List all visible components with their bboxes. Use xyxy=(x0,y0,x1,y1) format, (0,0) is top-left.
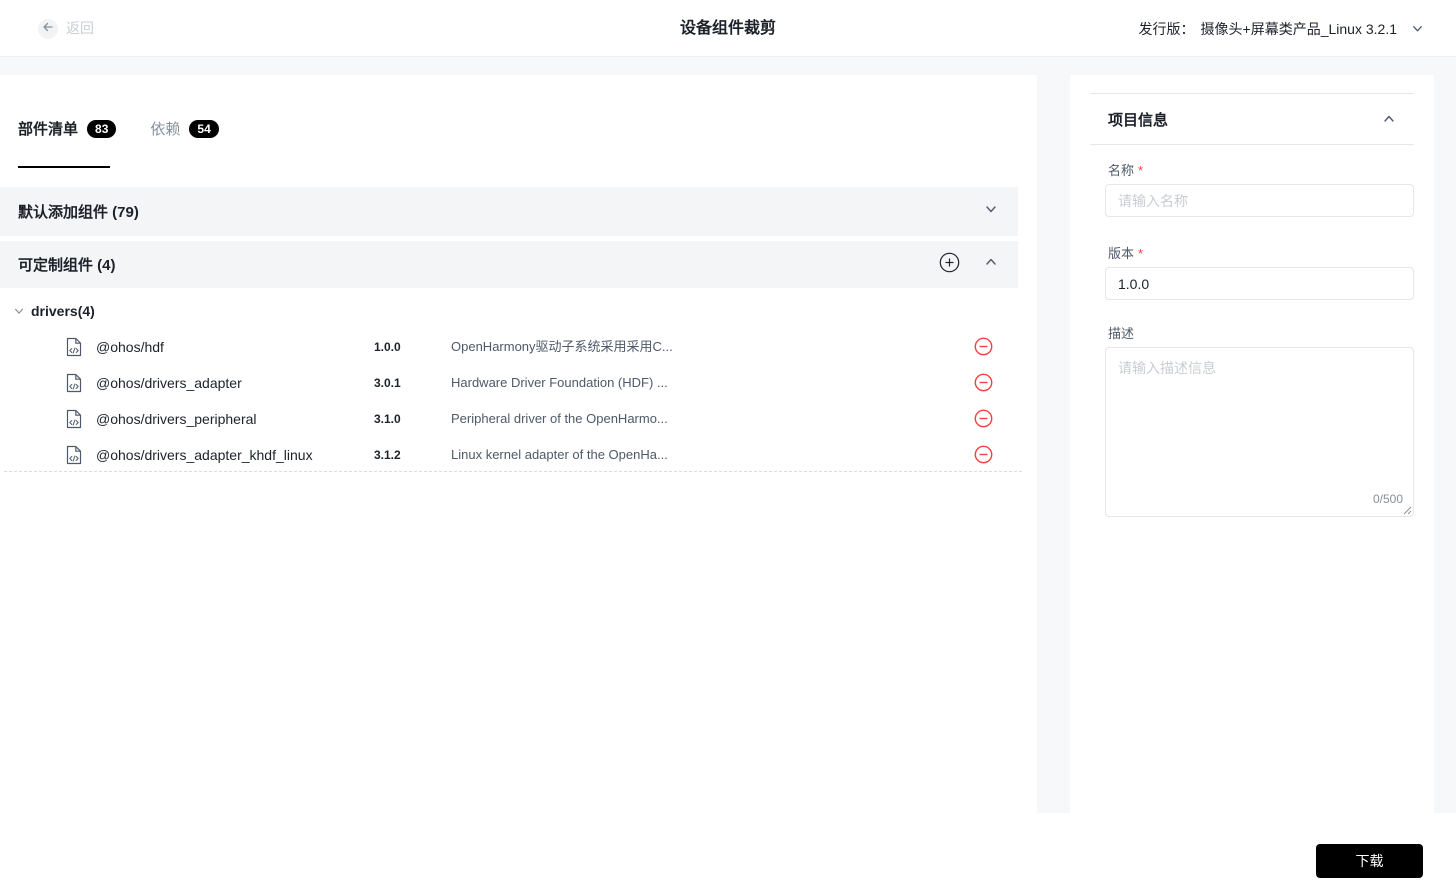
component-row: @ohos/drivers_adapter_khdf_linux 3.1.2 L… xyxy=(0,437,1037,473)
component-description: Linux kernel adapter of the OpenHa... xyxy=(451,437,668,473)
chevron-up-icon[interactable] xyxy=(1382,112,1396,126)
component-description: Hardware Driver Foundation (HDF) ... xyxy=(451,365,668,401)
code-file-icon xyxy=(66,373,82,398)
tab-component-list[interactable]: 部件清单 83 xyxy=(18,118,116,139)
component-description: Peripheral driver of the OpenHarmo... xyxy=(451,401,668,437)
minus-circle-icon[interactable] xyxy=(974,409,993,428)
version-input[interactable] xyxy=(1105,267,1414,300)
required-marker: * xyxy=(1138,163,1143,178)
release-label: 发行版： xyxy=(1139,19,1195,39)
chevron-down-icon xyxy=(1411,22,1424,35)
chevron-up-icon[interactable] xyxy=(984,255,998,274)
tab-label: 依赖 xyxy=(150,118,180,139)
component-list-panel: 部件清单 83 依赖 54 默认添加组件 (79) 可定制组件 (4) xyxy=(0,75,1037,813)
char-counter: 0/500 xyxy=(1373,492,1403,506)
minus-circle-icon[interactable] xyxy=(974,445,993,464)
tree-group-drivers[interactable]: drivers(4) xyxy=(0,297,95,325)
tab-bar: 部件清单 83 依赖 54 xyxy=(18,118,219,139)
project-info-panel: 项目信息 名称* 版本* 描述 0/500 xyxy=(1070,75,1434,813)
section-default-components[interactable]: 默认添加组件 (79) xyxy=(0,187,1018,236)
plus-circle-icon[interactable] xyxy=(939,252,960,278)
project-info-title: 项目信息 xyxy=(1108,109,1168,130)
active-tab-underline xyxy=(18,166,110,168)
code-file-icon xyxy=(66,409,82,434)
component-row: @ohos/drivers_peripheral 3.1.0 Periphera… xyxy=(0,401,1037,437)
project-info-header[interactable]: 项目信息 xyxy=(1090,93,1414,145)
code-file-icon xyxy=(66,445,82,470)
component-name: @ohos/drivers_adapter xyxy=(96,365,242,401)
required-marker: * xyxy=(1138,246,1143,261)
component-version: 1.0.0 xyxy=(374,329,401,365)
count-badge: 54 xyxy=(189,120,218,138)
name-input[interactable] xyxy=(1105,184,1414,217)
component-version: 3.1.0 xyxy=(374,401,401,437)
section-title: 默认添加组件 (79) xyxy=(18,201,139,222)
name-label: 名称* xyxy=(1108,160,1143,179)
chevron-down-icon[interactable] xyxy=(13,305,25,317)
tab-label: 部件清单 xyxy=(18,118,78,139)
tab-dependencies[interactable]: 依赖 54 xyxy=(150,118,218,139)
download-button[interactable]: 下载 xyxy=(1316,844,1423,878)
description-field: 0/500 xyxy=(1105,347,1414,517)
section-title: 可定制组件 (4) xyxy=(18,254,116,275)
footer-bar: 下载 xyxy=(0,813,1456,895)
device-component-trim-page: 返回 设备组件裁剪 发行版： 摄像头+屏幕类产品_Linux 3.2.1 部件清… xyxy=(0,0,1456,895)
dashed-divider xyxy=(4,471,1022,472)
chevron-down-icon[interactable] xyxy=(984,202,998,221)
component-row: @ohos/drivers_adapter 3.0.1 Hardware Dri… xyxy=(0,365,1037,401)
version-label: 版本* xyxy=(1108,243,1143,262)
minus-circle-icon[interactable] xyxy=(974,373,993,392)
description-label: 描述 xyxy=(1108,323,1134,342)
minus-circle-icon[interactable] xyxy=(974,337,993,356)
component-rows: @ohos/hdf 1.0.0 OpenHarmony驱动子系统采用采用C...… xyxy=(0,329,1037,473)
component-name: @ohos/drivers_peripheral xyxy=(96,401,257,437)
component-name: @ohos/drivers_adapter_khdf_linux xyxy=(96,437,313,473)
top-bar: 返回 设备组件裁剪 发行版： 摄像头+屏幕类产品_Linux 3.2.1 xyxy=(0,0,1456,57)
resize-grip-icon[interactable] xyxy=(1402,505,1412,515)
component-version: 3.1.2 xyxy=(374,437,401,473)
component-name: @ohos/hdf xyxy=(96,329,164,365)
code-file-icon xyxy=(66,337,82,362)
release-selector[interactable]: 发行版： 摄像头+屏幕类产品_Linux 3.2.1 xyxy=(1139,0,1424,57)
tree-group-label: drivers(4) xyxy=(31,303,95,319)
component-version: 3.0.1 xyxy=(374,365,401,401)
release-value: 摄像头+屏幕类产品_Linux 3.2.1 xyxy=(1201,19,1397,39)
section-customizable-components[interactable]: 可定制组件 (4) xyxy=(0,241,1018,288)
component-row: @ohos/hdf 1.0.0 OpenHarmony驱动子系统采用采用C... xyxy=(0,329,1037,365)
component-description: OpenHarmony驱动子系统采用采用C... xyxy=(451,329,673,365)
description-textarea[interactable] xyxy=(1106,348,1413,516)
count-badge: 83 xyxy=(87,120,116,138)
